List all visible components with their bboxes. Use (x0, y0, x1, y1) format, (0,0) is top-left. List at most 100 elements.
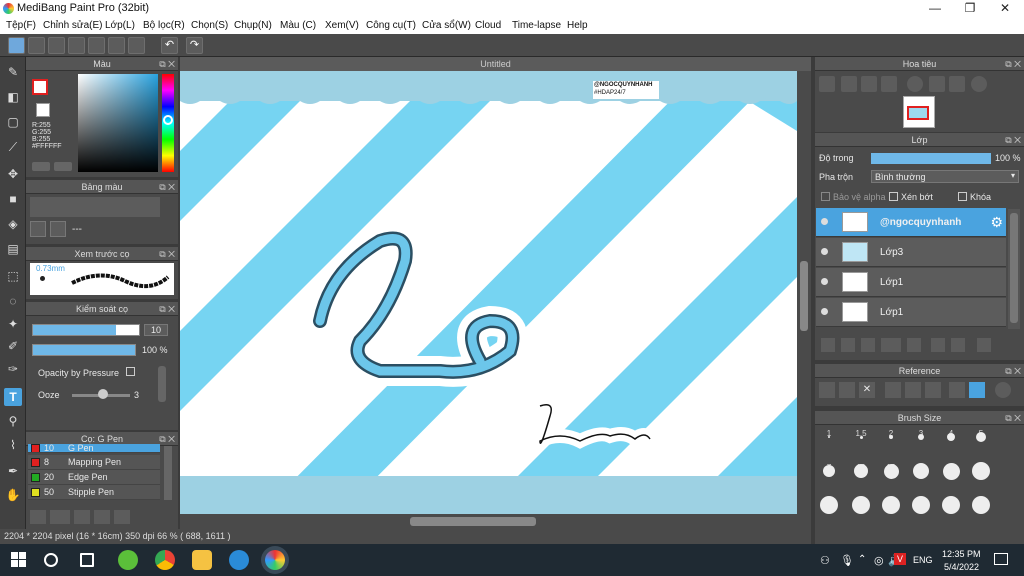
operation-tool-icon[interactable]: ⚲ (4, 412, 22, 430)
brush-item-stipple-pen[interactable]: 50 Stipple Pen (28, 485, 160, 500)
person-tray-icon[interactable]: ⚇ (820, 554, 830, 567)
menu-layer[interactable]: Lớp(L) (105, 20, 135, 31)
ooze-slider-handle[interactable] (98, 389, 108, 399)
palette-area[interactable] (30, 197, 160, 217)
task-view-icon[interactable] (80, 553, 94, 567)
brush-size-option[interactable] (947, 433, 955, 441)
panel-close-icon[interactable]: ⧉ ✕ (1005, 133, 1021, 147)
brush-folder-icon[interactable] (50, 510, 70, 524)
layer-list-scrollbar[interactable] (1008, 209, 1020, 329)
clock-date[interactable]: 5/4/2022 (944, 562, 979, 572)
line-tool-icon[interactable]: ⟋ (4, 138, 22, 156)
blend-mode-select[interactable]: Bình thường ▾ (871, 170, 1019, 183)
navigator-viewport[interactable] (907, 106, 929, 120)
panel-close-icon[interactable]: ⧉ ✕ (1005, 364, 1021, 378)
new-8bit-layer-icon[interactable] (861, 338, 875, 352)
chrome-icon[interactable] (155, 550, 175, 570)
eraser-tool-icon[interactable]: ◧ (4, 88, 22, 106)
brush-size-option[interactable] (889, 435, 893, 439)
brush-settings-icon[interactable] (74, 510, 90, 524)
network-icon[interactable]: ◎ (874, 554, 884, 567)
redo-icon[interactable]: ↷ (186, 37, 203, 54)
rotate-right-icon[interactable] (971, 76, 987, 92)
shape-tool-icon[interactable]: ■ (4, 190, 22, 208)
edge-icon[interactable] (229, 550, 249, 570)
magic-wand-icon[interactable]: ✦ (4, 315, 22, 333)
reference-zoom-in-icon[interactable] (885, 382, 901, 398)
navigator-preview[interactable] (903, 96, 935, 128)
panel-close-icon[interactable]: ⧉ ✕ (159, 180, 175, 194)
reference-eyedropper-icon[interactable] (949, 382, 965, 398)
layer-opacity-slider[interactable] (871, 153, 991, 164)
zoom-in-icon[interactable] (819, 76, 835, 92)
menu-color[interactable]: Màu (C) (280, 20, 316, 31)
bucket-tool-icon[interactable]: ◈ (4, 215, 22, 233)
menu-timelapse[interactable]: Time-lapse (512, 20, 561, 31)
pen-tool-icon[interactable]: ✒ (4, 462, 22, 480)
lasso-tool-icon[interactable]: ◌ (4, 292, 22, 310)
microphone-tray-icon[interactable]: 🎙 (840, 554, 854, 567)
menu-capture[interactable]: Chụp(N) (234, 20, 272, 31)
layer-folder-icon[interactable] (907, 338, 921, 352)
panel-close-icon[interactable]: ⧉ ✕ (1005, 57, 1021, 71)
rotate-icon[interactable] (907, 76, 923, 92)
canvas-horizontal-scrollbar[interactable] (180, 514, 811, 529)
text-tool-icon[interactable]: T (4, 388, 22, 406)
brush-size-option[interactable] (918, 434, 924, 440)
visibility-eye-icon[interactable] (821, 278, 828, 285)
layer-row-lop1-2[interactable]: Lớp1 (816, 298, 1006, 327)
hue-slider-handle[interactable] (163, 115, 173, 125)
layer-row-lop1[interactable]: Lớp1 (816, 268, 1006, 297)
brush-item-edge-pen[interactable]: 20 Edge Pen (28, 470, 160, 485)
actual-size-icon[interactable] (929, 76, 945, 92)
menu-cloud[interactable]: Cloud (475, 20, 501, 31)
brush-size-option[interactable] (913, 463, 929, 479)
add-brush-icon[interactable] (30, 510, 46, 524)
cloud-icon[interactable] (8, 37, 25, 54)
chevron-up-icon[interactable]: ⌃ (858, 554, 866, 565)
menu-select[interactable]: Chọn(S) (191, 20, 228, 31)
brush-size-option[interactable] (972, 462, 990, 480)
brush-size-option[interactable] (828, 436, 830, 438)
brush-control-scrollbar[interactable] (158, 366, 166, 402)
maximize-icon[interactable]: ❐ (953, 0, 987, 17)
opacity-by-pressure-checkbox[interactable] (126, 367, 135, 376)
brush-size-option[interactable] (976, 432, 986, 442)
reference-zoom-out-icon[interactable] (925, 382, 941, 398)
brush-size-option[interactable] (883, 463, 899, 479)
zoom-plus-icon[interactable] (841, 76, 857, 92)
new-palette-icon[interactable] (30, 221, 46, 237)
canvas-tab[interactable]: Untitled (180, 57, 811, 71)
drawing-canvas[interactable]: @NGOCQUYNHANH #HDAP24/7 (180, 71, 797, 514)
color-swap-button[interactable] (54, 162, 72, 171)
language-indicator[interactable]: ENG (913, 555, 933, 565)
clipping-checkbox[interactable] (889, 192, 898, 201)
menu-tools[interactable]: Công cụ(T) (366, 20, 416, 31)
windows-start-icon[interactable] (9, 550, 29, 570)
minimize-icon[interactable]: — (918, 0, 952, 17)
eyedropper-icon[interactable]: ⌇ (4, 436, 22, 454)
panel-close-icon[interactable]: ⧉ ✕ (159, 432, 175, 446)
flip-icon[interactable] (949, 76, 965, 92)
panel-close-icon[interactable]: ⧉ ✕ (1005, 411, 1021, 425)
brush-size-option[interactable] (820, 496, 838, 514)
brush-size-option[interactable] (823, 465, 835, 477)
dot-tool-icon[interactable]: ▢ (4, 113, 22, 131)
hand-tool-icon[interactable]: ✋ (4, 486, 22, 504)
app-green-icon[interactable] (118, 550, 138, 570)
brush-open-folder-icon[interactable] (94, 510, 110, 524)
brush-duplicate-icon[interactable] (114, 510, 130, 524)
scroll-thumb[interactable] (1010, 213, 1018, 323)
move-tool-icon[interactable]: ✥ (4, 165, 22, 183)
new-halftone-layer-icon[interactable] (841, 338, 855, 352)
brush-size-option[interactable] (912, 496, 930, 514)
clock-time[interactable]: 12:35 PM (942, 549, 981, 559)
scroll-thumb[interactable] (800, 261, 808, 331)
upload-icon[interactable] (28, 37, 45, 54)
merge-layer-icon[interactable] (951, 338, 965, 352)
duplicate-layer-icon[interactable] (931, 338, 945, 352)
new-1bit-layer-icon[interactable] (881, 338, 901, 352)
zoom-out-icon[interactable] (881, 76, 897, 92)
size-slider[interactable] (32, 324, 140, 336)
secondary-color-swatch[interactable] (36, 103, 50, 117)
